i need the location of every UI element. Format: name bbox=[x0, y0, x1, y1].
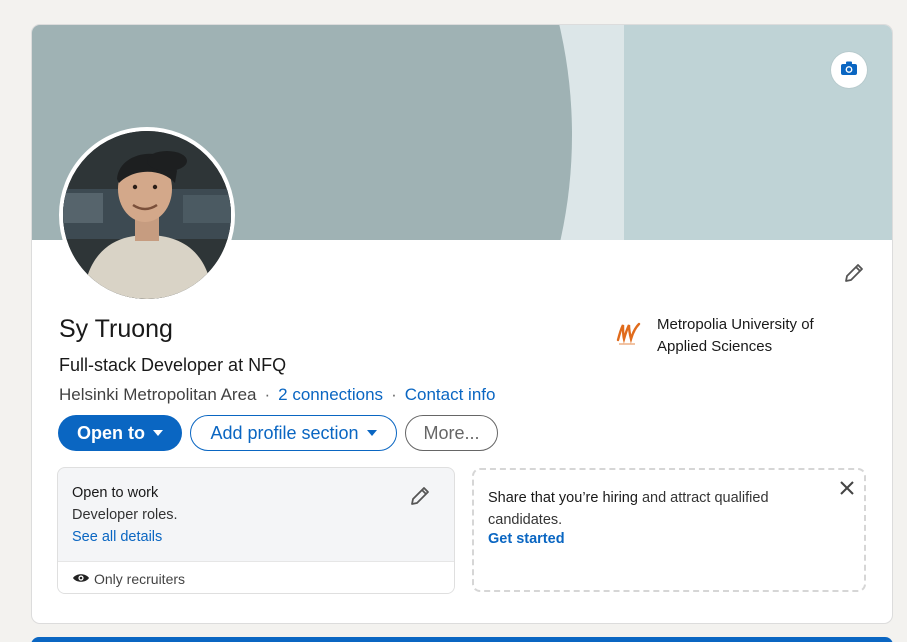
connections-link[interactable]: 2 connections bbox=[278, 385, 383, 405]
profile-meta: Helsinki Metropolitan Area · 2 connectio… bbox=[59, 385, 495, 405]
edit-intro-button[interactable] bbox=[840, 261, 868, 289]
caret-down-icon bbox=[366, 430, 377, 436]
open-to-work-description: Developer roles. bbox=[72, 507, 178, 523]
visibility-label: Only recruiters bbox=[94, 570, 186, 587]
edit-banner-button[interactable] bbox=[831, 52, 867, 88]
get-started-link[interactable]: Get started bbox=[488, 531, 565, 547]
caret-down-icon bbox=[153, 430, 163, 436]
school-logo-icon bbox=[615, 318, 645, 348]
profile-location: Helsinki Metropolitan Area bbox=[59, 385, 257, 404]
dismiss-hiring-button[interactable] bbox=[837, 480, 857, 500]
profile-photo[interactable] bbox=[59, 127, 235, 303]
see-all-details-link[interactable]: See all details bbox=[72, 529, 162, 545]
hiring-text: Share that you’re hiring and attract qua… bbox=[488, 487, 818, 531]
close-icon bbox=[839, 480, 855, 501]
edit-open-to-work-button[interactable] bbox=[408, 484, 432, 513]
open-to-work-title: Open to work bbox=[72, 485, 159, 501]
pencil-icon bbox=[842, 261, 866, 290]
hiring-card: Share that you’re hiring and attract qua… bbox=[472, 468, 866, 592]
profile-card: Sy Truong Full-stack Developer at NFQ He… bbox=[31, 24, 893, 624]
open-to-button[interactable]: Open to bbox=[58, 415, 182, 451]
more-label: More... bbox=[423, 422, 480, 443]
education-item[interactable]: Metropolia University of Applied Science… bbox=[615, 314, 847, 358]
contact-info-link[interactable]: Contact info bbox=[405, 385, 496, 405]
profile-headline: Full-stack Developer at NFQ bbox=[59, 355, 287, 375]
separator: · bbox=[264, 385, 271, 404]
camera-icon bbox=[840, 60, 858, 81]
open-to-label: Open to bbox=[77, 422, 145, 443]
more-button[interactable]: More... bbox=[405, 415, 498, 451]
add-section-label: Add profile section bbox=[210, 422, 359, 443]
visibility-footer: Only recruiters bbox=[58, 561, 454, 593]
add-profile-section-button[interactable]: Add profile section bbox=[190, 415, 397, 451]
eye-icon bbox=[72, 571, 94, 587]
profile-name: Sy Truong bbox=[59, 315, 173, 343]
hiring-text-bold: Share that you’re hiring bbox=[488, 490, 638, 506]
open-to-work-card: Open to work Developer roles. See all de… bbox=[57, 467, 455, 594]
separator: · bbox=[391, 385, 397, 404]
next-section-edge bbox=[31, 637, 893, 642]
school-name: Metropolia University of Applied Science… bbox=[657, 316, 814, 355]
pencil-icon bbox=[408, 487, 432, 512]
